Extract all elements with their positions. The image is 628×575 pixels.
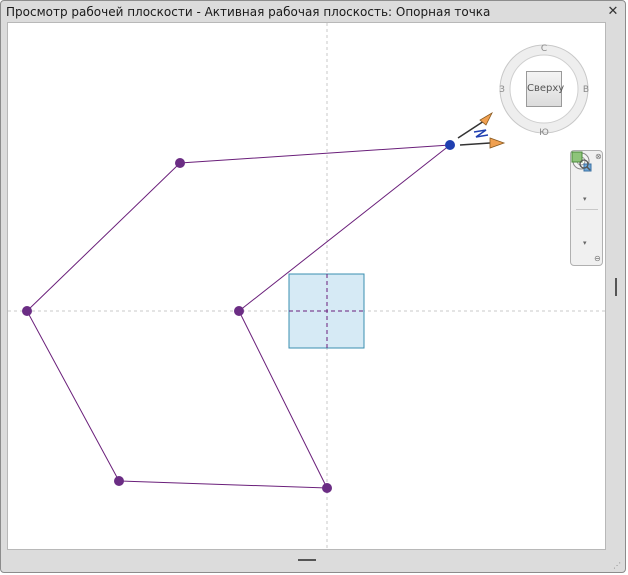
svg-text:С: С [541,44,547,54]
bottom-splitter-handle[interactable] [298,559,316,561]
viewcube[interactable]: С Ю З В Сверху [496,41,591,136]
drawing-canvas[interactable]: С Ю З В Сверху ⊗ ▾ ▾ ⊖ [7,22,606,550]
window-title: Просмотр рабочей плоскости - Активная ра… [6,5,491,19]
close-icon[interactable]: ✕ [605,4,621,20]
path-vertex[interactable] [322,483,332,493]
svg-text:З: З [499,85,505,95]
navigation-bar: ⊗ ▾ ▾ ⊖ [570,150,603,266]
wheel-dropdown-icon[interactable]: ▾ [583,195,587,203]
navbar-options-icon[interactable]: ⊖ [594,254,601,263]
path-vertex[interactable] [175,158,185,168]
vertical-splitter-handle[interactable] [615,278,617,296]
selected-vertex[interactable] [445,140,455,150]
workplane-viewer-window: Просмотр рабочей плоскости - Активная ра… [0,0,626,573]
resize-grip-icon[interactable]: ⋰ [613,561,621,570]
svg-text:Ю: Ю [539,128,549,136]
navbar-separator [576,209,598,210]
spline-path[interactable] [26,144,451,489]
title-bar[interactable]: Просмотр рабочей плоскости - Активная ра… [1,1,627,23]
x-axis-arrow-icon[interactable] [489,137,506,149]
zoom-icon[interactable] [571,151,591,171]
viewcube-top-face[interactable]: Сверху [526,71,564,107]
svg-text:В: В [583,85,589,95]
zoom-dropdown-icon[interactable]: ▾ [583,239,587,247]
axis-orientation-icon [473,129,489,138]
path-vertex[interactable] [234,306,244,316]
path-vertex[interactable] [114,476,124,486]
path-vertex[interactable] [22,306,32,316]
navbar-close-icon[interactable]: ⊗ [595,152,602,161]
